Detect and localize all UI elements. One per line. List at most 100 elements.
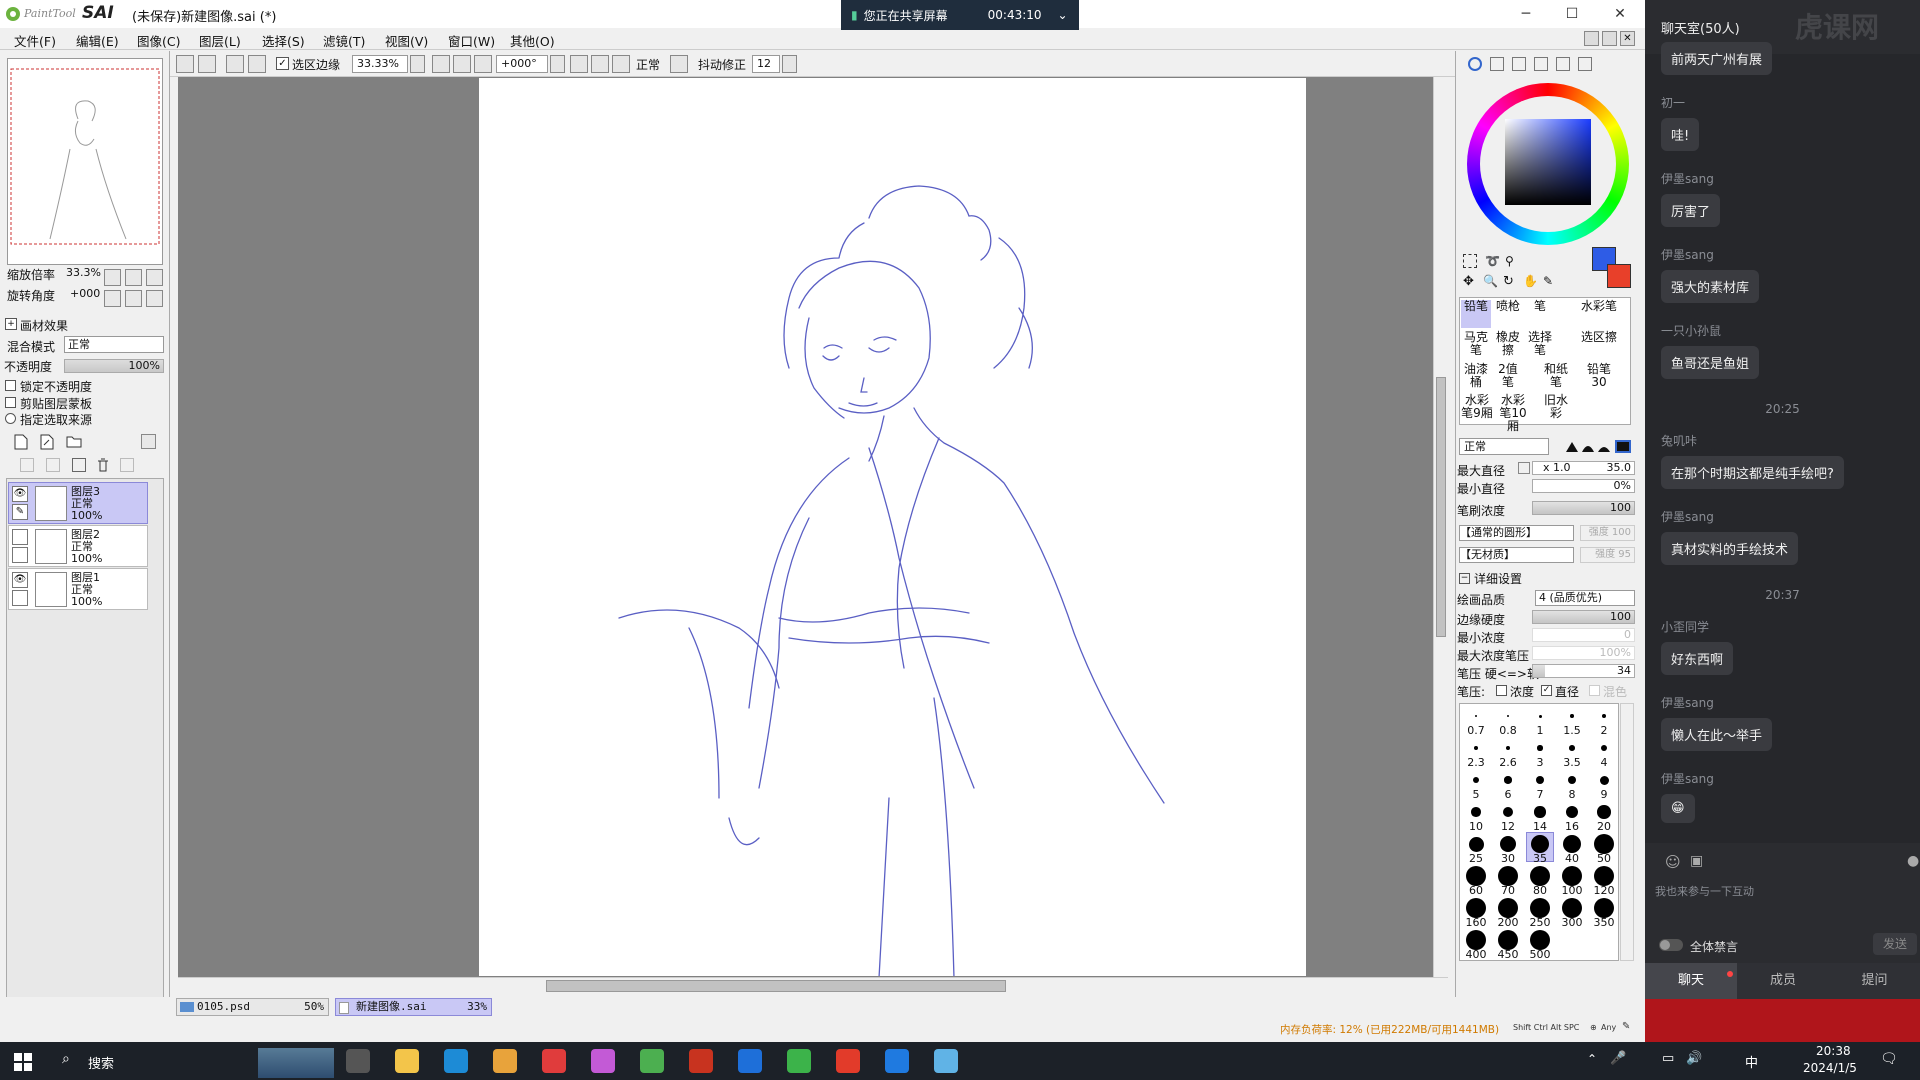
layer-edit-pen-icon[interactable]: ✎ (12, 504, 28, 520)
brush-size-label[interactable]: 1 (1525, 724, 1555, 737)
mdi-restore-button[interactable] (1602, 31, 1617, 46)
vertical-scroll-thumb[interactable] (1436, 377, 1446, 637)
brush-size-label[interactable]: 60 (1461, 884, 1491, 897)
zoom-in-button[interactable] (453, 55, 471, 73)
brush-size-dot[interactable] (1562, 834, 1582, 854)
brush-size-label[interactable]: 400 (1461, 948, 1491, 961)
doc-tab-0105[interactable]: 0105.psd 50% (176, 998, 329, 1016)
move-icon[interactable]: ✥ (1463, 274, 1477, 289)
brush-size-dot[interactable] (1597, 805, 1611, 819)
vertical-scrollbar[interactable] (1433, 77, 1449, 977)
tool-brush[interactable]: 笔 (1525, 300, 1555, 313)
windows-start-icon[interactable] (14, 1053, 32, 1071)
new-folder-icon[interactable] (66, 434, 83, 451)
visibility-toggle[interactable] (12, 529, 28, 545)
new-layer-icon[interactable] (14, 434, 31, 451)
brush-size-label[interactable]: 100 (1557, 884, 1587, 897)
sai-icon[interactable] (640, 1049, 664, 1073)
edge-icon[interactable] (444, 1049, 468, 1073)
opacity-slider[interactable]: 100% (64, 359, 164, 373)
zoom-field[interactable]: 33.33% (352, 55, 408, 73)
selection-edge-checkbox[interactable]: ✓ (276, 57, 289, 70)
brush-size-label[interactable]: 80 (1525, 884, 1555, 897)
brush-size-label[interactable]: 2.3 (1461, 756, 1491, 769)
secondary-color-swatch[interactable] (1607, 264, 1631, 288)
min-diameter-slider[interactable]: 0% (1532, 479, 1635, 493)
brush-size-label[interactable]: 30 (1493, 852, 1523, 865)
rgb-slider-tab[interactable] (1490, 57, 1504, 71)
screen-share-banner[interactable]: ▮ 您正在共享屏幕 00:43:10 ⌄ (841, 0, 1079, 30)
file-explorer-icon[interactable] (395, 1049, 419, 1073)
tool-watercolor[interactable]: 水彩笔 (1581, 300, 1617, 313)
layer-panel-menu-button[interactable] (141, 434, 156, 449)
brush-size-dot[interactable] (1530, 898, 1550, 918)
min-density-slider[interactable]: 0 (1532, 628, 1635, 642)
wechat-icon[interactable] (787, 1049, 811, 1073)
brush-size-dot[interactable] (1599, 775, 1609, 785)
eyedropper-icon[interactable]: ✎ (1543, 274, 1557, 288)
brush-size-label[interactable]: 40 (1557, 852, 1587, 865)
rect-select-icon[interactable] (1463, 254, 1477, 268)
visibility-eye-icon[interactable]: 👁 (12, 486, 28, 502)
brush-size-dot[interactable] (1570, 714, 1574, 718)
tool-binary-pen[interactable]: 2值笔 (1493, 363, 1523, 389)
flip-button[interactable] (670, 55, 688, 73)
brush-size-dot[interactable] (1569, 745, 1575, 751)
photoshop-icon[interactable] (738, 1049, 762, 1073)
brush-size-label[interactable]: 7 (1525, 788, 1555, 801)
mdi-close-button[interactable]: ✕ (1620, 31, 1635, 46)
redo-button[interactable] (198, 55, 216, 73)
tool-bucket[interactable]: 油漆桶 (1461, 363, 1491, 389)
lock-opacity-checkbox[interactable] (5, 380, 16, 391)
emoji-icon[interactable]: ☺ (1665, 853, 1681, 871)
brush-size-dot[interactable] (1504, 776, 1512, 784)
brush-size-label[interactable]: 35 (1525, 852, 1555, 865)
wps-icon[interactable] (836, 1049, 860, 1073)
visibility-eye-icon[interactable]: 👁 (12, 572, 28, 588)
layer-item-3[interactable]: 👁 ✎ 图层3 正常 100% (8, 482, 148, 524)
brush-size-label[interactable]: 300 (1557, 916, 1587, 929)
quality-select[interactable]: 4 (品质优先) (1535, 590, 1635, 606)
brush-size-label[interactable]: 2 (1589, 724, 1619, 737)
brush-size-dot[interactable] (1474, 714, 1478, 718)
tool-watercolor-10[interactable]: 水彩笔10厢 (1496, 394, 1530, 433)
hsv-slider-tab[interactable] (1512, 57, 1526, 71)
brush-size-label[interactable]: 5 (1461, 788, 1491, 801)
brush-texture-select[interactable]: 【无材质】 (1459, 547, 1574, 563)
merge-down-button[interactable] (46, 458, 60, 472)
brush-size-label[interactable]: 20 (1589, 820, 1619, 833)
brush-size-dot[interactable] (1536, 776, 1544, 784)
menu-window[interactable]: 窗口(W) (448, 31, 495, 50)
brush-size-label[interactable]: 120 (1589, 884, 1619, 897)
zoom-out-button[interactable] (432, 55, 450, 73)
taskbar-search-label[interactable]: 搜索 (88, 1053, 114, 1072)
palette-tab[interactable] (1556, 57, 1570, 71)
tool-pencil[interactable]: 铅笔 (1461, 300, 1491, 328)
layer-edit-toggle[interactable] (12, 590, 28, 606)
nav-zoom-out-button[interactable] (104, 269, 121, 286)
brush-size-dot[interactable] (1466, 898, 1486, 918)
deselect-button[interactable] (226, 55, 244, 73)
brush-size-dot[interactable] (1531, 835, 1549, 853)
tool-washi-pen[interactable]: 和纸笔 (1541, 363, 1571, 389)
microphone-icon[interactable]: 🎤 (1610, 1051, 1626, 1066)
pressure-diameter-checkbox[interactable]: ✓ (1541, 685, 1552, 696)
brush-edge-options[interactable] (1564, 438, 1634, 455)
chat-input[interactable]: 我也来参与一下互动 (1655, 883, 1910, 923)
brush-size-label[interactable]: 6 (1493, 788, 1523, 801)
brush-size-label[interactable]: 350 (1589, 916, 1619, 929)
stabilizer-dropdown[interactable] (782, 55, 797, 73)
clock-date[interactable]: 2024/1/5 (1803, 1061, 1857, 1075)
search-icon[interactable]: ⌕ (62, 1051, 70, 1067)
brush-size-label[interactable]: 25 (1461, 852, 1491, 865)
nav-rotate-right-button[interactable] (125, 290, 142, 307)
layer-copy-button[interactable] (120, 458, 134, 472)
brush-size-dot[interactable] (1594, 898, 1614, 918)
volume-icon[interactable]: 🔊 (1686, 1051, 1702, 1066)
nav-rotate-value[interactable]: +000 (70, 287, 100, 300)
angle-dropdown[interactable] (550, 55, 565, 73)
brush-size-label[interactable]: 12 (1493, 820, 1523, 833)
selection-source-radio[interactable] (5, 413, 16, 424)
layer-item-1[interactable]: 👁 图层1 正常 100% (8, 568, 148, 610)
toolbar-blend-mode[interactable]: 正常 (636, 56, 660, 73)
